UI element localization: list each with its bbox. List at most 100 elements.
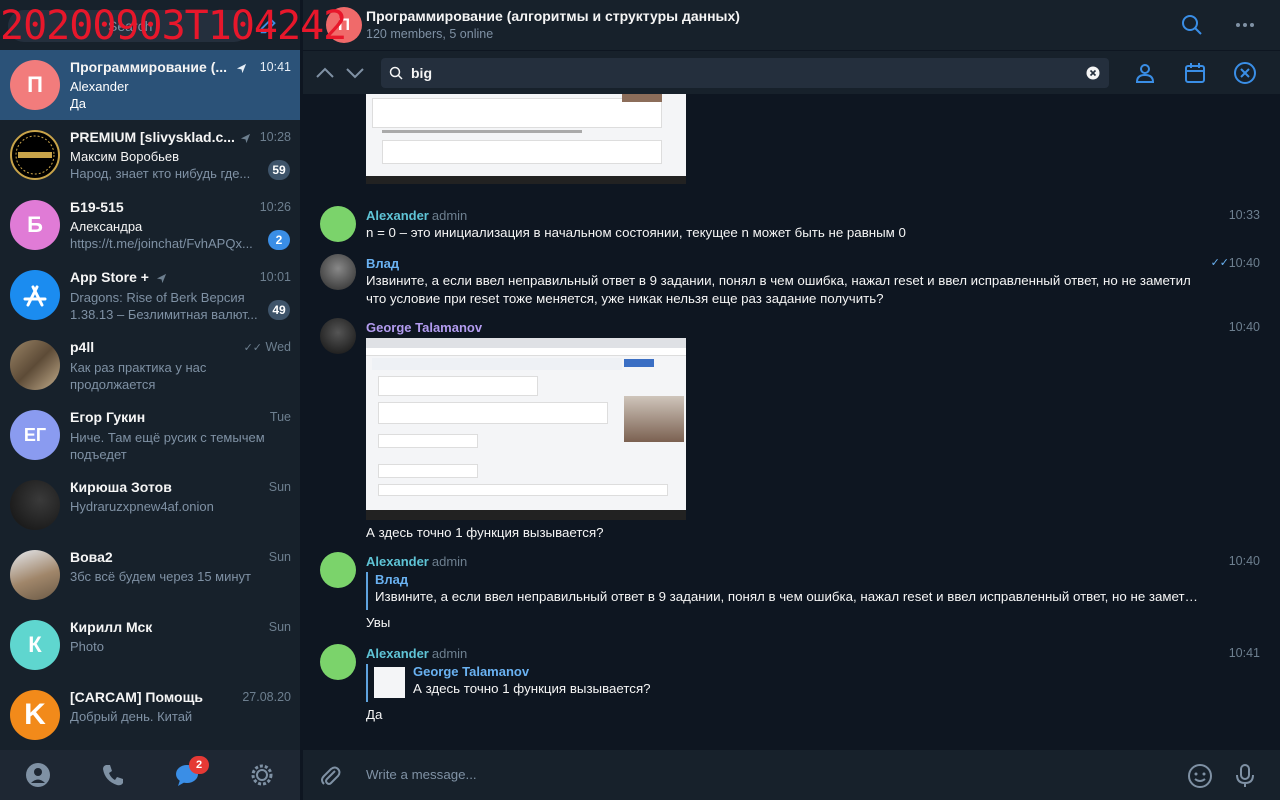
microphone-icon[interactable] [1232, 763, 1258, 789]
chat-time: Sun [268, 480, 291, 494]
chat-sender: Александра [70, 219, 143, 234]
chat-item-vova2[interactable]: Вова2 Sun 3бс всё будем через 15 минут [0, 540, 300, 610]
chat-title: App Store + [70, 269, 149, 285]
chat-list: П Программирование (... 10:41 Alexander … [0, 50, 300, 750]
sidebar-header: Search [0, 0, 300, 50]
avatar[interactable] [320, 206, 356, 242]
chat-preview: 3бс всё будем через 15 минут [70, 569, 251, 584]
chat-search-input[interactable]: Search [8, 10, 250, 42]
reply-quote[interactable]: George Talamanov А здесь точно 1 функция… [366, 664, 1013, 702]
chat-pane: П Программирование (алгоритмы и структур… [303, 0, 1280, 800]
chat-sender: Максим Воробьев [70, 149, 180, 164]
chat-item-programming[interactable]: П Программирование (... 10:41 Alexander … [0, 50, 300, 120]
chat-preview: https://t.me/joinchat/FvhAPQx... [70, 236, 253, 251]
message-author[interactable]: George Talamanov [366, 320, 482, 335]
reply-author: Влад [375, 572, 409, 587]
chat-preview: Photo [70, 639, 104, 654]
chat-item-b19[interactable]: Б Б19-515 10:26 Александра https://t.me/… [0, 190, 300, 260]
chat-title: Программирование (... [70, 59, 228, 75]
chat-preview: Добрый день. Китай [70, 709, 193, 724]
message-search-input[interactable]: big [381, 58, 1109, 88]
avatar[interactable] [320, 644, 356, 680]
avatar[interactable] [320, 254, 356, 290]
chat-item-egor[interactable]: ЕГ Егор Гукин Tue Ниче. Там ещё русик с … [0, 400, 300, 470]
avatar[interactable] [320, 552, 356, 588]
unread-badge: 59 [268, 160, 290, 180]
chat-title[interactable]: Программирование (алгоритмы и структуры … [366, 8, 740, 24]
message-time: 10:40 [1228, 256, 1260, 270]
read-checkmark-icon: ✓✓ [243, 342, 262, 354]
chevron-up-icon[interactable] [314, 63, 336, 83]
chat-preview: Ниче. Там ещё русик с темычем подъедет [70, 430, 265, 462]
message-time: 10:41 [1228, 646, 1260, 660]
chat-item-carcam[interactable]: K [CARCAM] Помощь 27.08.20 Добрый день. … [0, 680, 300, 750]
emoji-icon[interactable] [1187, 763, 1213, 789]
chats-unread-badge: 2 [189, 756, 209, 774]
message-author[interactable]: Alexander admin [366, 554, 467, 569]
read-checkmark-icon: ✓✓ [1210, 257, 1229, 269]
settings-icon[interactable] [249, 762, 275, 788]
chat-item-kirill[interactable]: К Кирилл Мск Sun Photo [0, 610, 300, 680]
chat-preview: Dragons: Rise of Berk Версия 1.38.13 – Б… [70, 290, 258, 322]
search-icon[interactable] [1180, 13, 1204, 37]
chat-title: [CARCAM] Помощь [70, 689, 203, 705]
message-text: А здесь точно 1 функция вызывается? [366, 525, 604, 540]
message-composer: Write a message... [303, 750, 1280, 800]
more-icon[interactable] [1233, 13, 1257, 37]
user-filter-icon[interactable] [1133, 61, 1157, 85]
avatar: Б [10, 200, 60, 250]
message-input[interactable]: Write a message... [366, 767, 477, 782]
chat-time: Wed [265, 340, 291, 354]
send-icon [236, 63, 247, 74]
in-chat-search-bar: big [303, 50, 1280, 94]
chat-item-appstore[interactable]: App Store + 10:01 Dragons: Rise of Berk … [0, 260, 300, 330]
search-query: big [411, 65, 432, 81]
contacts-icon[interactable] [25, 762, 51, 788]
avatar: K [10, 690, 60, 740]
app-store-icon [23, 285, 47, 307]
message-author[interactable]: Alexander admin [366, 646, 467, 661]
chat-time: Sun [268, 550, 291, 564]
avatar [10, 270, 60, 320]
chat-time: Sun [268, 620, 291, 634]
chat-header[interactable]: П Программирование (алгоритмы и структур… [303, 0, 1280, 50]
chat-title: Кирюша Зотов [70, 479, 172, 495]
chevron-down-icon[interactable] [344, 63, 366, 83]
chat-title: Б19-515 [70, 199, 124, 215]
message-text: n = 0 – это инициализация в начальном со… [366, 225, 906, 240]
message-time: 10:33 [1228, 208, 1260, 222]
clear-icon[interactable] [1086, 66, 1100, 80]
chat-title: Кирилл Мск [70, 619, 153, 635]
chat-preview: Народ, знает кто нибудь где... [70, 166, 251, 181]
chat-avatar[interactable]: П [326, 7, 362, 43]
avatar[interactable] [320, 318, 356, 354]
search-icon [389, 66, 403, 80]
chat-item-premium[interactable]: PREMIUM [slivysklad.c... 10:28 Максим Во… [0, 120, 300, 190]
message-text: Да [366, 707, 383, 722]
avatar [10, 550, 60, 600]
attach-icon[interactable] [317, 763, 343, 789]
message-author[interactable]: Alexander admin [366, 208, 467, 223]
image-attachment[interactable] [366, 338, 686, 520]
chat-time: 10:01 [259, 270, 291, 284]
reply-thumbnail [374, 667, 405, 698]
calls-icon[interactable] [100, 762, 126, 788]
chat-preview: Как раз практика у нас продолжается [70, 360, 207, 392]
chat-preview: Hydraruzxpnew4af.onion [70, 499, 214, 514]
close-icon[interactable] [1233, 61, 1257, 85]
message-text: Извините, а если ввел неправильный ответ… [366, 273, 1191, 306]
chat-time: 27.08.20 [242, 690, 291, 704]
chat-title: PREMIUM [slivysklad.c... [70, 129, 235, 145]
chat-status: 120 members, 5 online [366, 27, 494, 41]
avatar: К [10, 620, 60, 670]
message-author[interactable]: Влад [366, 256, 399, 271]
unread-badge: 49 [268, 300, 290, 320]
compose-icon[interactable] [258, 14, 280, 36]
chat-item-kiryusha[interactable]: Кирюша Зотов Sun Hydraruzxpnew4af.onion [0, 470, 300, 540]
chat-item-p4ll[interactable]: p4ll ✓✓ Wed Как раз практика у нас продо… [0, 330, 300, 400]
reply-quote[interactable]: Влад Извините, а если ввел неправильный … [366, 572, 1201, 610]
chat-preview: Да [70, 96, 87, 111]
reply-author: George Talamanov [413, 664, 530, 679]
image-attachment[interactable] [366, 94, 686, 184]
calendar-icon[interactable] [1183, 61, 1207, 85]
